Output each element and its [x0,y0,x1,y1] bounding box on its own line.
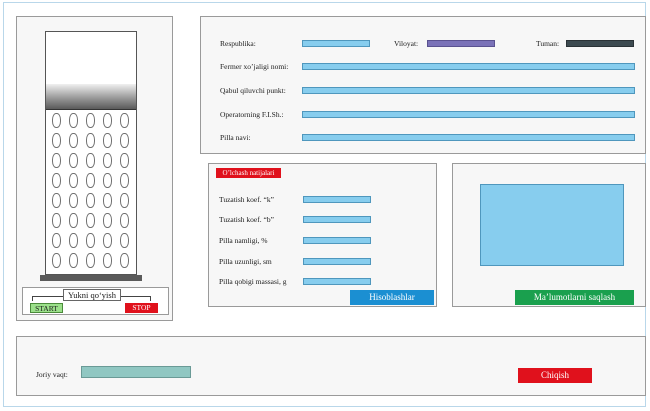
cocoon-shape [120,113,129,128]
cocoon-shape [103,193,112,208]
length-field[interactable] [303,258,371,265]
device-panel: Yukni qo‘yish START STOP [16,16,173,321]
results-panel: O’lchash natijalari Tuzatish koef. “k” T… [208,163,437,307]
cocoon-shape [52,233,61,248]
cocoon-shape [69,253,78,268]
cocoon-shape [69,133,78,148]
current-time-field [81,366,191,378]
coef-k-field[interactable] [303,196,371,203]
cylinder-base [40,275,142,281]
results-header: O’lchash natijalari [216,168,281,178]
cocoon-shape [52,133,61,148]
cocoon-shape [120,233,129,248]
info-panel: Respublika: Viloyat: Tuman: Fermer xo’ja… [200,16,646,154]
cocoon-shape [52,213,61,228]
cocoon-shape [120,133,129,148]
cocoon-shape [103,153,112,168]
piston [46,84,136,110]
operator-field[interactable] [302,111,635,118]
cocoon-shape [103,213,112,228]
current-time-label: Joriy vaqt: [36,370,68,379]
cocoon-shape [69,213,78,228]
shell-mass-field[interactable] [303,278,371,285]
moisture-field[interactable] [303,237,371,244]
farmer-field[interactable] [302,63,635,70]
moisture-label: Pilla namligi, % [219,236,268,245]
farmer-label: Fermer xo’jaligi nomi: [220,62,289,71]
cocoon-shape [69,233,78,248]
save-button[interactable]: Ma’lumotlarni saqlash [515,290,634,305]
cocoon-type-field[interactable] [302,134,635,141]
cocoon-stack [49,111,135,273]
operator-label: Operatorning F.I.Sh.: [220,110,284,119]
length-label: Pilla uzunligi, sm [219,257,272,266]
coef-k-label: Tuzatish koef. “k” [219,195,274,204]
preview-box [480,184,624,266]
cocoon-shape [69,173,78,188]
calculate-button[interactable]: Hisoblashlar [350,290,434,305]
cocoon-shape [103,253,112,268]
republic-label: Respublika: [220,39,256,48]
cocoon-shape [120,153,129,168]
region-label: Viloyat: [394,39,419,48]
footer-panel: Joriy vaqt: Chiqish [16,336,646,396]
cocoon-shape [86,113,95,128]
coef-b-label: Tuzatish koef. “b” [219,215,274,224]
cocoon-shape [103,113,112,128]
cocoon-shape [86,153,95,168]
cocoon-shape [52,253,61,268]
load-button[interactable]: Yukni qo‘yish [63,289,121,301]
cocoon-shape [120,173,129,188]
cocoon-type-label: Pilla navi: [220,133,251,142]
cocoon-shape [86,213,95,228]
republic-field[interactable] [302,40,370,47]
exit-button[interactable]: Chiqish [518,368,592,383]
cocoon-shape [120,213,129,228]
cocoon-shape [86,193,95,208]
reception-field[interactable] [302,87,635,94]
cocoon-shape [69,193,78,208]
cocoon-shape [103,173,112,188]
stop-button[interactable]: STOP [125,303,158,313]
coef-b-field[interactable] [303,216,371,223]
cocoon-shape [86,173,95,188]
cocoon-shape [52,193,61,208]
cocoon-shape [52,173,61,188]
cocoon-shape [86,233,95,248]
cocoon-shape [103,233,112,248]
cocoon-shape [120,253,129,268]
cocoon-shape [69,113,78,128]
district-field[interactable] [566,40,634,47]
cocoon-shape [52,153,61,168]
cocoon-shape [120,193,129,208]
cocoon-shape [69,153,78,168]
start-button[interactable]: START [30,303,63,313]
cocoon-shape [103,133,112,148]
cocoon-shape [52,113,61,128]
save-panel: Ma’lumotlarni saqlash [452,163,646,307]
region-field[interactable] [427,40,495,47]
district-label: Tuman: [536,39,560,48]
shell-mass-label: Pilla qobigi massasi, g [219,277,287,286]
cocoon-shape [86,253,95,268]
reception-label: Qabul qiluvchi punkt: [220,86,286,95]
cocoon-shape [86,133,95,148]
